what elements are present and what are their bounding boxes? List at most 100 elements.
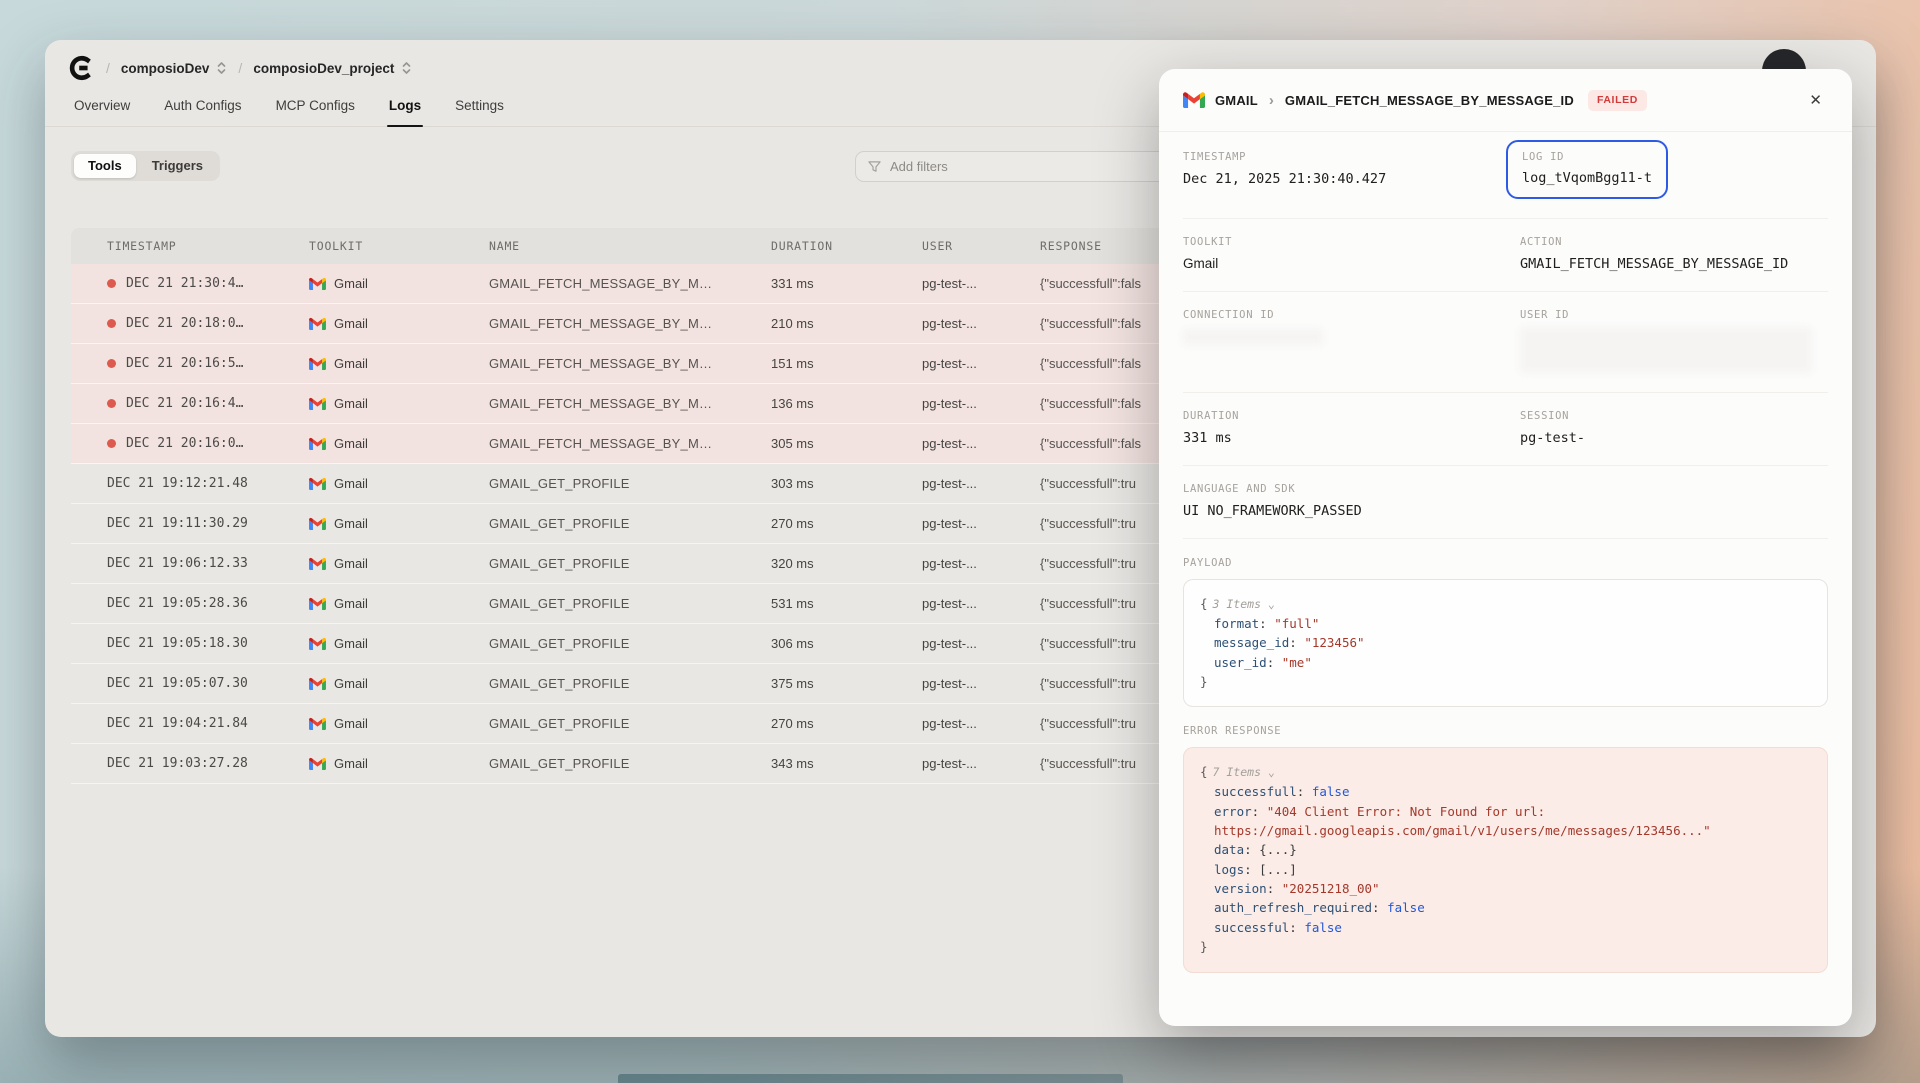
cell-toolkit: Gmail <box>309 556 489 571</box>
failed-dot-icon <box>107 359 116 368</box>
field-label: CONNECTION ID <box>1183 309 1520 321</box>
json-key: message_id <box>1214 635 1289 650</box>
cell-timestamp: DEC 21 20:16:0… <box>107 436 309 451</box>
items-count-toggle[interactable]: 7 Items ⌄ <box>1213 765 1275 779</box>
org-switcher[interactable]: composioDev <box>121 61 228 76</box>
column-header-duration: DURATION <box>771 239 922 253</box>
cell-user: pg-test-... <box>922 276 1040 291</box>
payload-section: PAYLOAD {3 Items ⌄format: "full"message_… <box>1183 539 1828 707</box>
chevron-right-icon: › <box>1269 92 1274 109</box>
cell-timestamp: DEC 21 20:16:5… <box>107 356 309 371</box>
panel-action-name: GMAIL_FETCH_MESSAGE_BY_MESSAGE_ID <box>1285 93 1574 108</box>
cell-duration: 375 ms <box>771 676 922 691</box>
field-value: log_tVqomBgg11-t <box>1522 170 1652 186</box>
json-colon: : <box>1267 655 1282 670</box>
close-icon[interactable]: ✕ <box>1803 89 1828 111</box>
cell-timestamp: DEC 21 19:05:28.36 <box>107 596 309 611</box>
cell-toolkit: Gmail <box>309 276 489 291</box>
json-entry: auth_refresh_required: false <box>1200 898 1811 917</box>
cell-duration: 136 ms <box>771 396 922 411</box>
cell-duration: 210 ms <box>771 316 922 331</box>
segment-triggers[interactable]: Triggers <box>138 154 217 178</box>
cell-user: pg-test-... <box>922 396 1040 411</box>
chevron-updown-icon <box>401 61 412 75</box>
json-value: "me" <box>1282 655 1312 670</box>
toolkit-name: Gmail <box>334 676 368 691</box>
json-open-brace: {3 Items ⌄ <box>1200 594 1811 614</box>
items-count-toggle[interactable]: 3 Items ⌄ <box>1213 597 1275 611</box>
cell-name: GMAIL_GET_PROFILE <box>489 476 771 491</box>
json-key: logs <box>1214 862 1244 877</box>
field-toolkit: TOOLKIT Gmail <box>1183 236 1520 272</box>
json-value: false <box>1387 900 1425 915</box>
json-entry: error: "404 Client Error: Not Found for … <box>1200 802 1811 841</box>
toolkit-name: Gmail <box>334 276 368 291</box>
section-label: ERROR RESPONSE <box>1183 725 1828 737</box>
json-entry: successful: false <box>1200 918 1811 937</box>
field-session: SESSION pg-test- <box>1520 410 1828 446</box>
project-switcher[interactable]: composioDev_project <box>253 61 412 76</box>
json-colon: : <box>1267 881 1282 896</box>
brace: { <box>1200 596 1208 611</box>
log-detail-header: GMAIL › GMAIL_FETCH_MESSAGE_BY_MESSAGE_I… <box>1159 69 1852 132</box>
cell-toolkit: Gmail <box>309 596 489 611</box>
gmail-icon <box>309 757 326 770</box>
json-colon: : <box>1289 635 1304 650</box>
toolkit-name: Gmail <box>334 476 368 491</box>
tab-overview[interactable]: Overview <box>72 86 132 126</box>
field-action: ACTION GMAIL_FETCH_MESSAGE_BY_MESSAGE_ID <box>1520 236 1828 272</box>
cell-toolkit: Gmail <box>309 396 489 411</box>
error-response-json-viewer[interactable]: {7 Items ⌄successfull: falseerror: "404 … <box>1183 747 1828 972</box>
error-response-section: ERROR RESPONSE {7 Items ⌄successfull: fa… <box>1183 707 1828 972</box>
gmail-icon <box>309 437 326 450</box>
tab-logs[interactable]: Logs <box>387 86 423 126</box>
json-colon: : <box>1297 784 1312 799</box>
json-value: {...} <box>1259 842 1297 857</box>
timestamp-text: DEC 21 19:04:21.84 <box>107 716 248 731</box>
desktop: { "icons": { "close": "✕", "chevron_righ… <box>0 0 1920 1083</box>
org-name: composioDev <box>121 61 210 76</box>
json-key: successful <box>1214 920 1289 935</box>
tab-mcp-configs[interactable]: MCP Configs <box>274 86 357 126</box>
cell-toolkit: Gmail <box>309 356 489 371</box>
json-key: auth_refresh_required <box>1214 900 1372 915</box>
breadcrumb-separator: / <box>238 60 242 76</box>
timestamp-text: DEC 21 20:16:5… <box>126 356 243 371</box>
field-label: TOOLKIT <box>1183 236 1520 248</box>
field-value: Dec 21, 2025 21:30:40.427 <box>1183 171 1520 187</box>
failed-dot-icon <box>107 319 116 328</box>
toolkit-name: Gmail <box>334 316 368 331</box>
json-entry: data: {...} <box>1200 840 1811 859</box>
cell-toolkit: Gmail <box>309 476 489 491</box>
json-key: version <box>1214 881 1267 896</box>
payload-json-viewer[interactable]: {3 Items ⌄format: "full"message_id: "123… <box>1183 579 1828 707</box>
cell-toolkit: Gmail <box>309 316 489 331</box>
cell-toolkit: Gmail <box>309 716 489 731</box>
json-entry: format: "full" <box>1200 614 1811 633</box>
cell-timestamp: DEC 21 19:06:12.33 <box>107 556 309 571</box>
json-colon: : <box>1372 900 1387 915</box>
cell-name: GMAIL_GET_PROFILE <box>489 756 771 771</box>
log-id-focus-box[interactable]: LOG ID log_tVqomBgg11-t <box>1506 140 1668 199</box>
field-user-id: USER ID <box>1520 309 1828 373</box>
column-header-timestamp: TIMESTAMP <box>107 239 309 253</box>
column-header-toolkit: TOOLKIT <box>309 239 489 253</box>
panel-toolkit-name: GMAIL <box>1215 93 1258 108</box>
chevron-down-icon: ⌄ <box>1261 765 1275 779</box>
tab-auth-configs[interactable]: Auth Configs <box>162 86 243 126</box>
cell-toolkit: Gmail <box>309 756 489 771</box>
segment-tools[interactable]: Tools <box>74 154 136 178</box>
cell-duration: 331 ms <box>771 276 922 291</box>
failed-dot-icon <box>107 399 116 408</box>
timestamp-text: DEC 21 20:16:0… <box>126 436 243 451</box>
timestamp-text: DEC 21 20:16:4… <box>126 396 243 411</box>
cell-name: GMAIL_FETCH_MESSAGE_BY_M… <box>489 276 771 291</box>
chevron-down-icon: ⌄ <box>1261 597 1275 611</box>
failed-dot-icon <box>107 439 116 448</box>
cell-timestamp: DEC 21 21:30:4… <box>107 276 309 291</box>
timestamp-text: DEC 21 19:12:21.48 <box>107 476 248 491</box>
gmail-icon <box>309 317 326 330</box>
json-colon: : <box>1244 862 1259 877</box>
field-language-sdk: LANGUAGE AND SDK UI NO_FRAMEWORK_PASSED <box>1183 483 1828 519</box>
tab-settings[interactable]: Settings <box>453 86 506 126</box>
